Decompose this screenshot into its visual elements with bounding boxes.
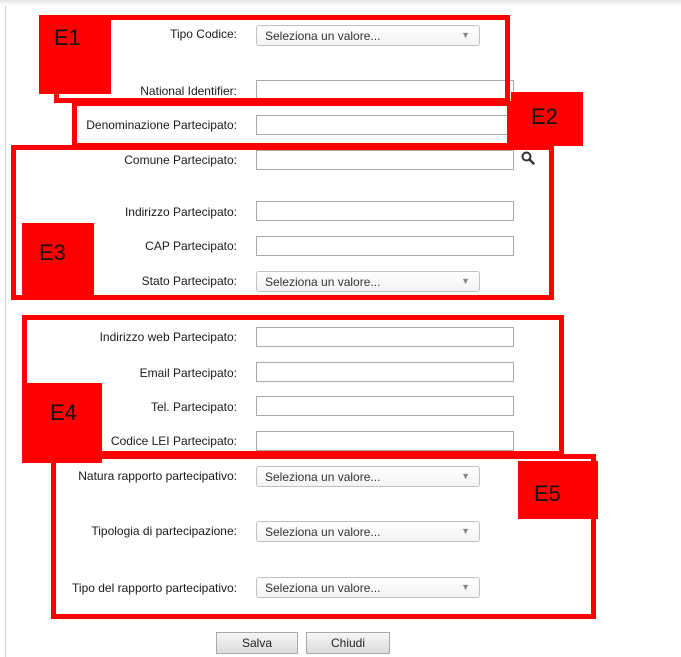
annotation-label-e5: E5 [518,461,598,519]
annotation-label-e3: E3 [22,223,94,295]
window-left-edge [5,6,6,657]
close-button[interactable]: Chiudi [306,632,390,654]
save-button[interactable]: Salva [216,632,298,654]
annotation-label-e4: E4 [22,383,102,463]
annotation-box-e1 [54,15,510,103]
annotation-label-e2: E2 [511,92,583,146]
annotation-box-e2 [72,101,512,148]
annotation-box-e5 [51,454,596,619]
annotation-box-e4 [22,315,564,456]
window-top-edge [0,0,681,6]
annotation-label-e1: E1 [39,15,111,94]
